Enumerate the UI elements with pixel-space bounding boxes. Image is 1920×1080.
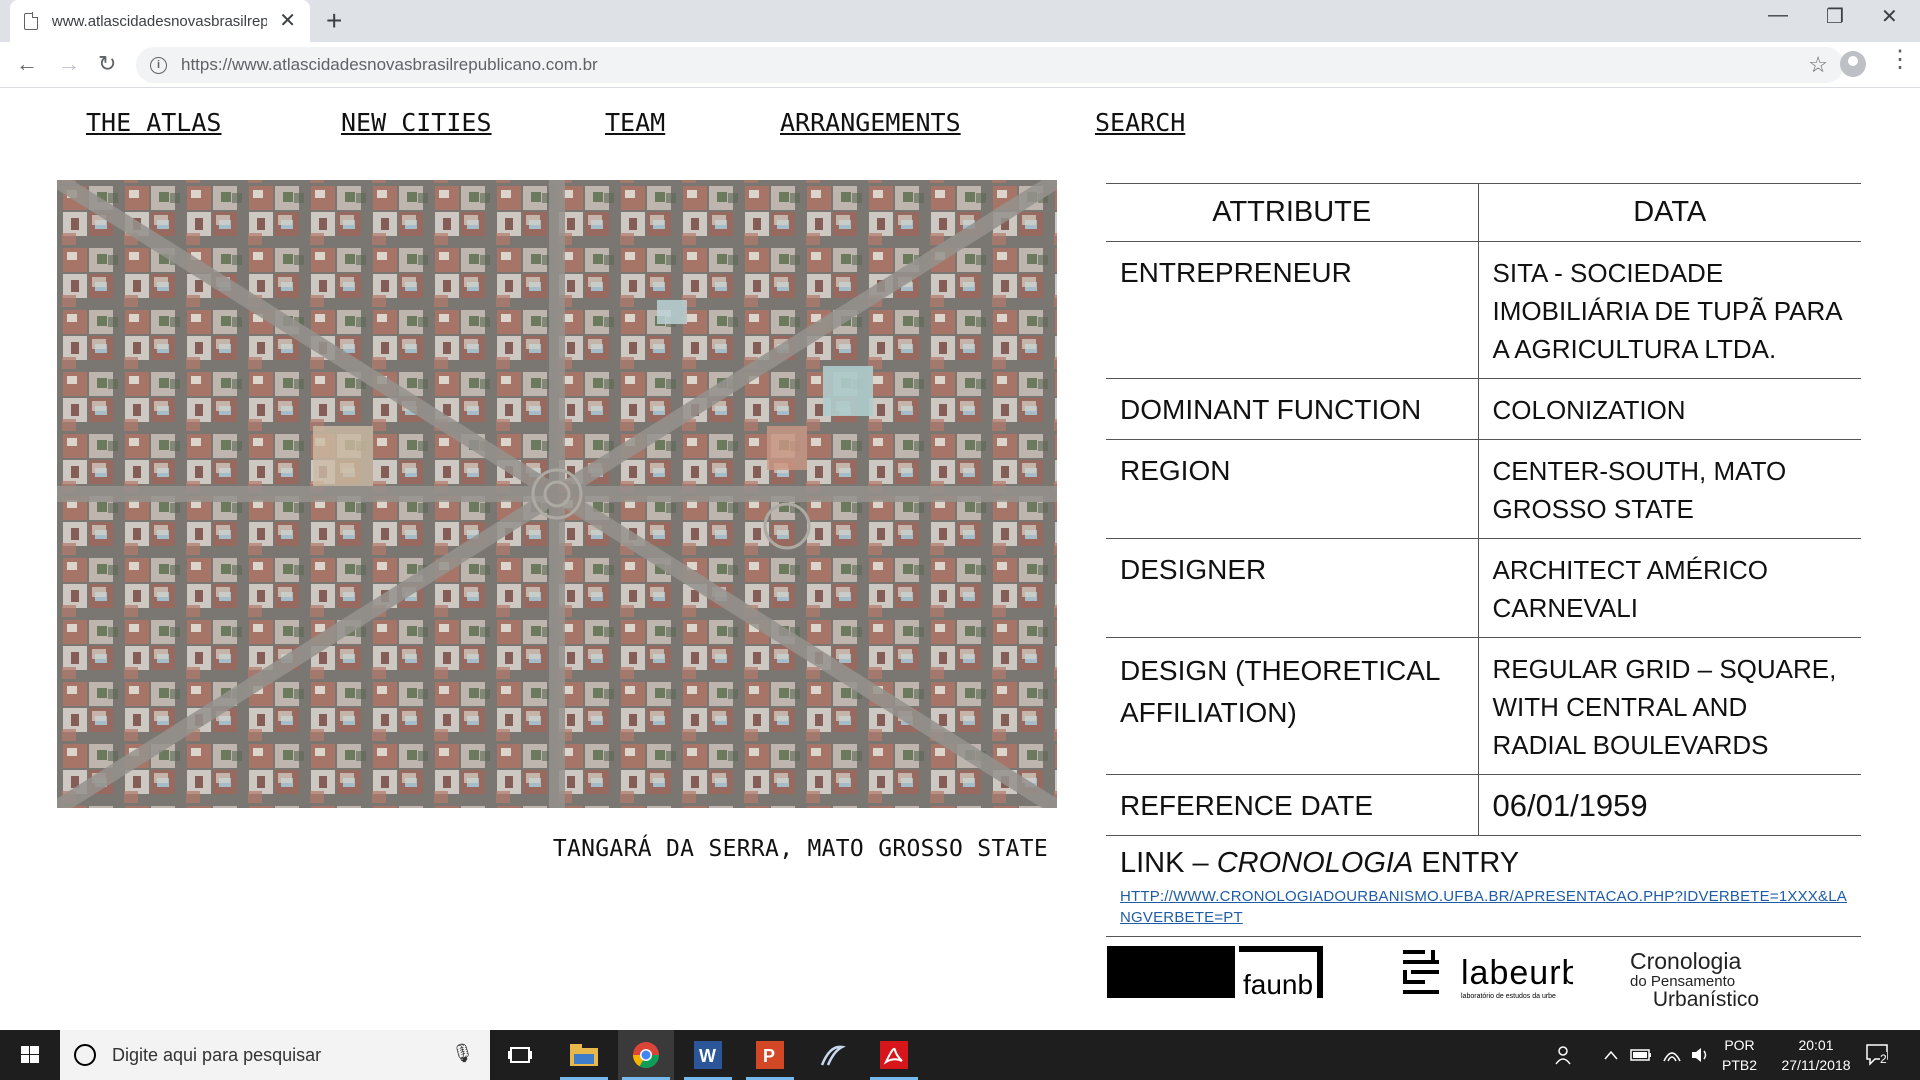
- data-cell: SITA - SOCIEDADE IMOBILIÁRIA DE TUPÃ PAR…: [1477, 241, 1861, 379]
- nav-search[interactable]: SEARCH: [1095, 108, 1185, 137]
- battery-icon[interactable]: [1630, 1030, 1652, 1080]
- attribute-cell: REGION: [1106, 439, 1478, 539]
- browser-tab[interactable]: www.atlascidadesnovasbrasilrepu ✕: [10, 0, 310, 42]
- faunb-text: faunb: [1243, 969, 1313, 1000]
- table-row: ENTREPRENEUR SITA - SOCIEDADE IMOBILIÁRI…: [1106, 241, 1861, 379]
- labeurbe-logo: labeurbe laboratório de estudos da urbe: [1403, 948, 1600, 1009]
- labeurbe-subtext: laboratório de estudos da urbe: [1461, 993, 1556, 1000]
- address-bar[interactable]: i https://www.atlascidadesnovasbrasilrep…: [136, 47, 1844, 83]
- attribute-cell: DOMINANT FUNCTION: [1106, 378, 1478, 440]
- attribute-cell: DESIGN (THEORETICAL AFFILIATION): [1106, 637, 1478, 775]
- clock[interactable]: 20:01 27/11/2018: [1776, 1030, 1856, 1080]
- svg-text:P: P: [763, 1046, 775, 1066]
- header-data: DATA: [1477, 183, 1861, 242]
- keyboard-layout: PTB2: [1722, 1057, 1758, 1073]
- browser-menu-icon[interactable]: ⋮: [1888, 48, 1912, 72]
- link-title: LINK – CRONOLOGIA ENTRY: [1120, 847, 1519, 879]
- labeurbe-text: labeurbe: [1461, 954, 1573, 992]
- word-icon[interactable]: W: [680, 1030, 736, 1080]
- back-button[interactable]: ←: [16, 50, 38, 78]
- input-language[interactable]: POR PTB2: [1722, 1030, 1757, 1080]
- maximize-button[interactable]: ❐: [1826, 4, 1844, 29]
- url-text[interactable]: https://www.atlascidadesnovasbrasilrepub…: [181, 55, 598, 75]
- attribute-cell: ENTREPRENEUR: [1106, 241, 1478, 379]
- search-placeholder: Digite aqui para pesquisar: [112, 1044, 322, 1065]
- crono-line-1: Cronologia: [1630, 948, 1742, 974]
- data-cell: CENTER-SOUTH, MATO GROSSO STATE: [1477, 439, 1861, 539]
- attribute-cell: DESIGNER: [1106, 538, 1478, 638]
- task-view-icon[interactable]: [492, 1030, 548, 1080]
- volume-icon[interactable]: [1690, 1030, 1710, 1080]
- table-row: DESIGN (THEORETICAL AFFILIATION) REGULAR…: [1106, 637, 1861, 775]
- new-tab-button[interactable]: +: [326, 7, 342, 35]
- powerpoint-icon[interactable]: P: [742, 1030, 798, 1080]
- nav-team[interactable]: TEAM: [605, 108, 665, 137]
- cronologia-logo: Cronologia do Pensamento Urbanístico: [1630, 948, 1759, 1012]
- forward-button[interactable]: →: [58, 50, 80, 78]
- acrobat-icon[interactable]: [866, 1030, 922, 1080]
- notification-count: 2: [1880, 1052, 1887, 1066]
- data-cell: REGULAR GRID – SQUARE, WITH CENTRAL AND …: [1477, 637, 1861, 775]
- clock-time: 20:01: [1798, 1037, 1834, 1053]
- start-button[interactable]: [0, 1030, 60, 1080]
- chrome-icon[interactable]: [618, 1030, 674, 1080]
- windows-taskbar: Digite aqui para pesquisar 🎙 W P POR PTB…: [0, 1030, 1920, 1080]
- tab-close-icon[interactable]: ✕: [279, 11, 296, 31]
- tray-chevron-icon[interactable]: [1603, 1030, 1619, 1080]
- link-title-suffix: ENTRY: [1413, 847, 1520, 879]
- file-explorer-icon[interactable]: [556, 1030, 612, 1080]
- attribute-cell: REFERENCE DATE: [1106, 774, 1478, 836]
- microphone-icon[interactable]: 🎙: [451, 1043, 474, 1064]
- header-attribute: ATTRIBUTE: [1106, 183, 1478, 242]
- table-row: REGION CENTER-SOUTH, MATO GROSSO STATE: [1106, 439, 1861, 539]
- tab-strip: www.atlascidadesnovasbrasilrepu ✕ + — ❐ …: [0, 0, 1920, 42]
- nav-the-atlas[interactable]: THE ATLAS: [86, 108, 221, 137]
- table-row: DOMINANT FUNCTION COLONIZATION: [1106, 378, 1861, 440]
- wifi-icon[interactable]: [1662, 1030, 1682, 1080]
- crono-line-3: Urbanístico: [1652, 988, 1760, 1011]
- page-icon: [24, 12, 39, 30]
- table-header-row: ATTRIBUTE DATA: [1106, 183, 1861, 242]
- cortana-icon: [74, 1044, 96, 1066]
- browser-toolbar: ← → ↻ i https://www.atlascidadesnovasbra…: [0, 42, 1920, 88]
- language-code: POR: [1724, 1037, 1755, 1053]
- action-center-icon[interactable]: 2: [1864, 1030, 1892, 1080]
- pen-app-icon[interactable]: [804, 1030, 860, 1080]
- profile-avatar[interactable]: [1840, 51, 1866, 77]
- clock-date: 27/11/2018: [1781, 1057, 1851, 1073]
- cronologia-link[interactable]: HTTP://WWW.CRONOLOGIADOURBANISMO.UFBA.BR…: [1120, 886, 1847, 928]
- reload-button[interactable]: ↻: [98, 50, 116, 78]
- info-icon[interactable]: i: [150, 56, 167, 74]
- nav-arrangements[interactable]: ARRANGEMENTS: [780, 108, 961, 137]
- close-window-button[interactable]: ✕: [1881, 4, 1898, 29]
- tab-title: www.atlascidadesnovasbrasilrepu: [51, 12, 268, 30]
- table-row: REFERENCE DATE 06/01/1959: [1106, 774, 1861, 836]
- windows-logo-icon: [21, 1046, 39, 1063]
- data-cell: ARCHITECT AMÉRICO CARNEVALI: [1477, 538, 1861, 638]
- bookmark-star-icon[interactable]: ☆: [1808, 52, 1828, 78]
- svg-text:W: W: [699, 1046, 716, 1066]
- data-cell: COLONIZATION: [1477, 378, 1861, 440]
- taskbar-search[interactable]: Digite aqui para pesquisar 🎙: [60, 1030, 490, 1080]
- link-title-italic: CRONOLOGIA: [1216, 847, 1414, 879]
- attributes-table: ATTRIBUTE DATA ENTREPRENEUR SITA - SOCIE…: [1106, 183, 1861, 937]
- data-cell: 06/01/1959: [1477, 774, 1861, 836]
- nav-new-cities[interactable]: NEW CITIES: [341, 108, 492, 137]
- link-title-prefix: LINK –: [1120, 847, 1217, 879]
- link-cell: LINK – CRONOLOGIA ENTRY HTTP://WWW.CRONO…: [1106, 835, 1861, 937]
- people-icon[interactable]: [1554, 1030, 1576, 1080]
- table-row: DESIGNER ARCHITECT AMÉRICO CARNEVALI: [1106, 538, 1861, 638]
- minimize-button[interactable]: —: [1768, 4, 1788, 27]
- satellite-city-image: [57, 180, 1057, 808]
- faunb-logo: faunb: [1107, 944, 1327, 1005]
- link-row: LINK – CRONOLOGIA ENTRY HTTP://WWW.CRONO…: [1106, 835, 1861, 937]
- image-caption: TANGARÁ DA SERRA, MATO GROSSO STATE: [552, 836, 1048, 862]
